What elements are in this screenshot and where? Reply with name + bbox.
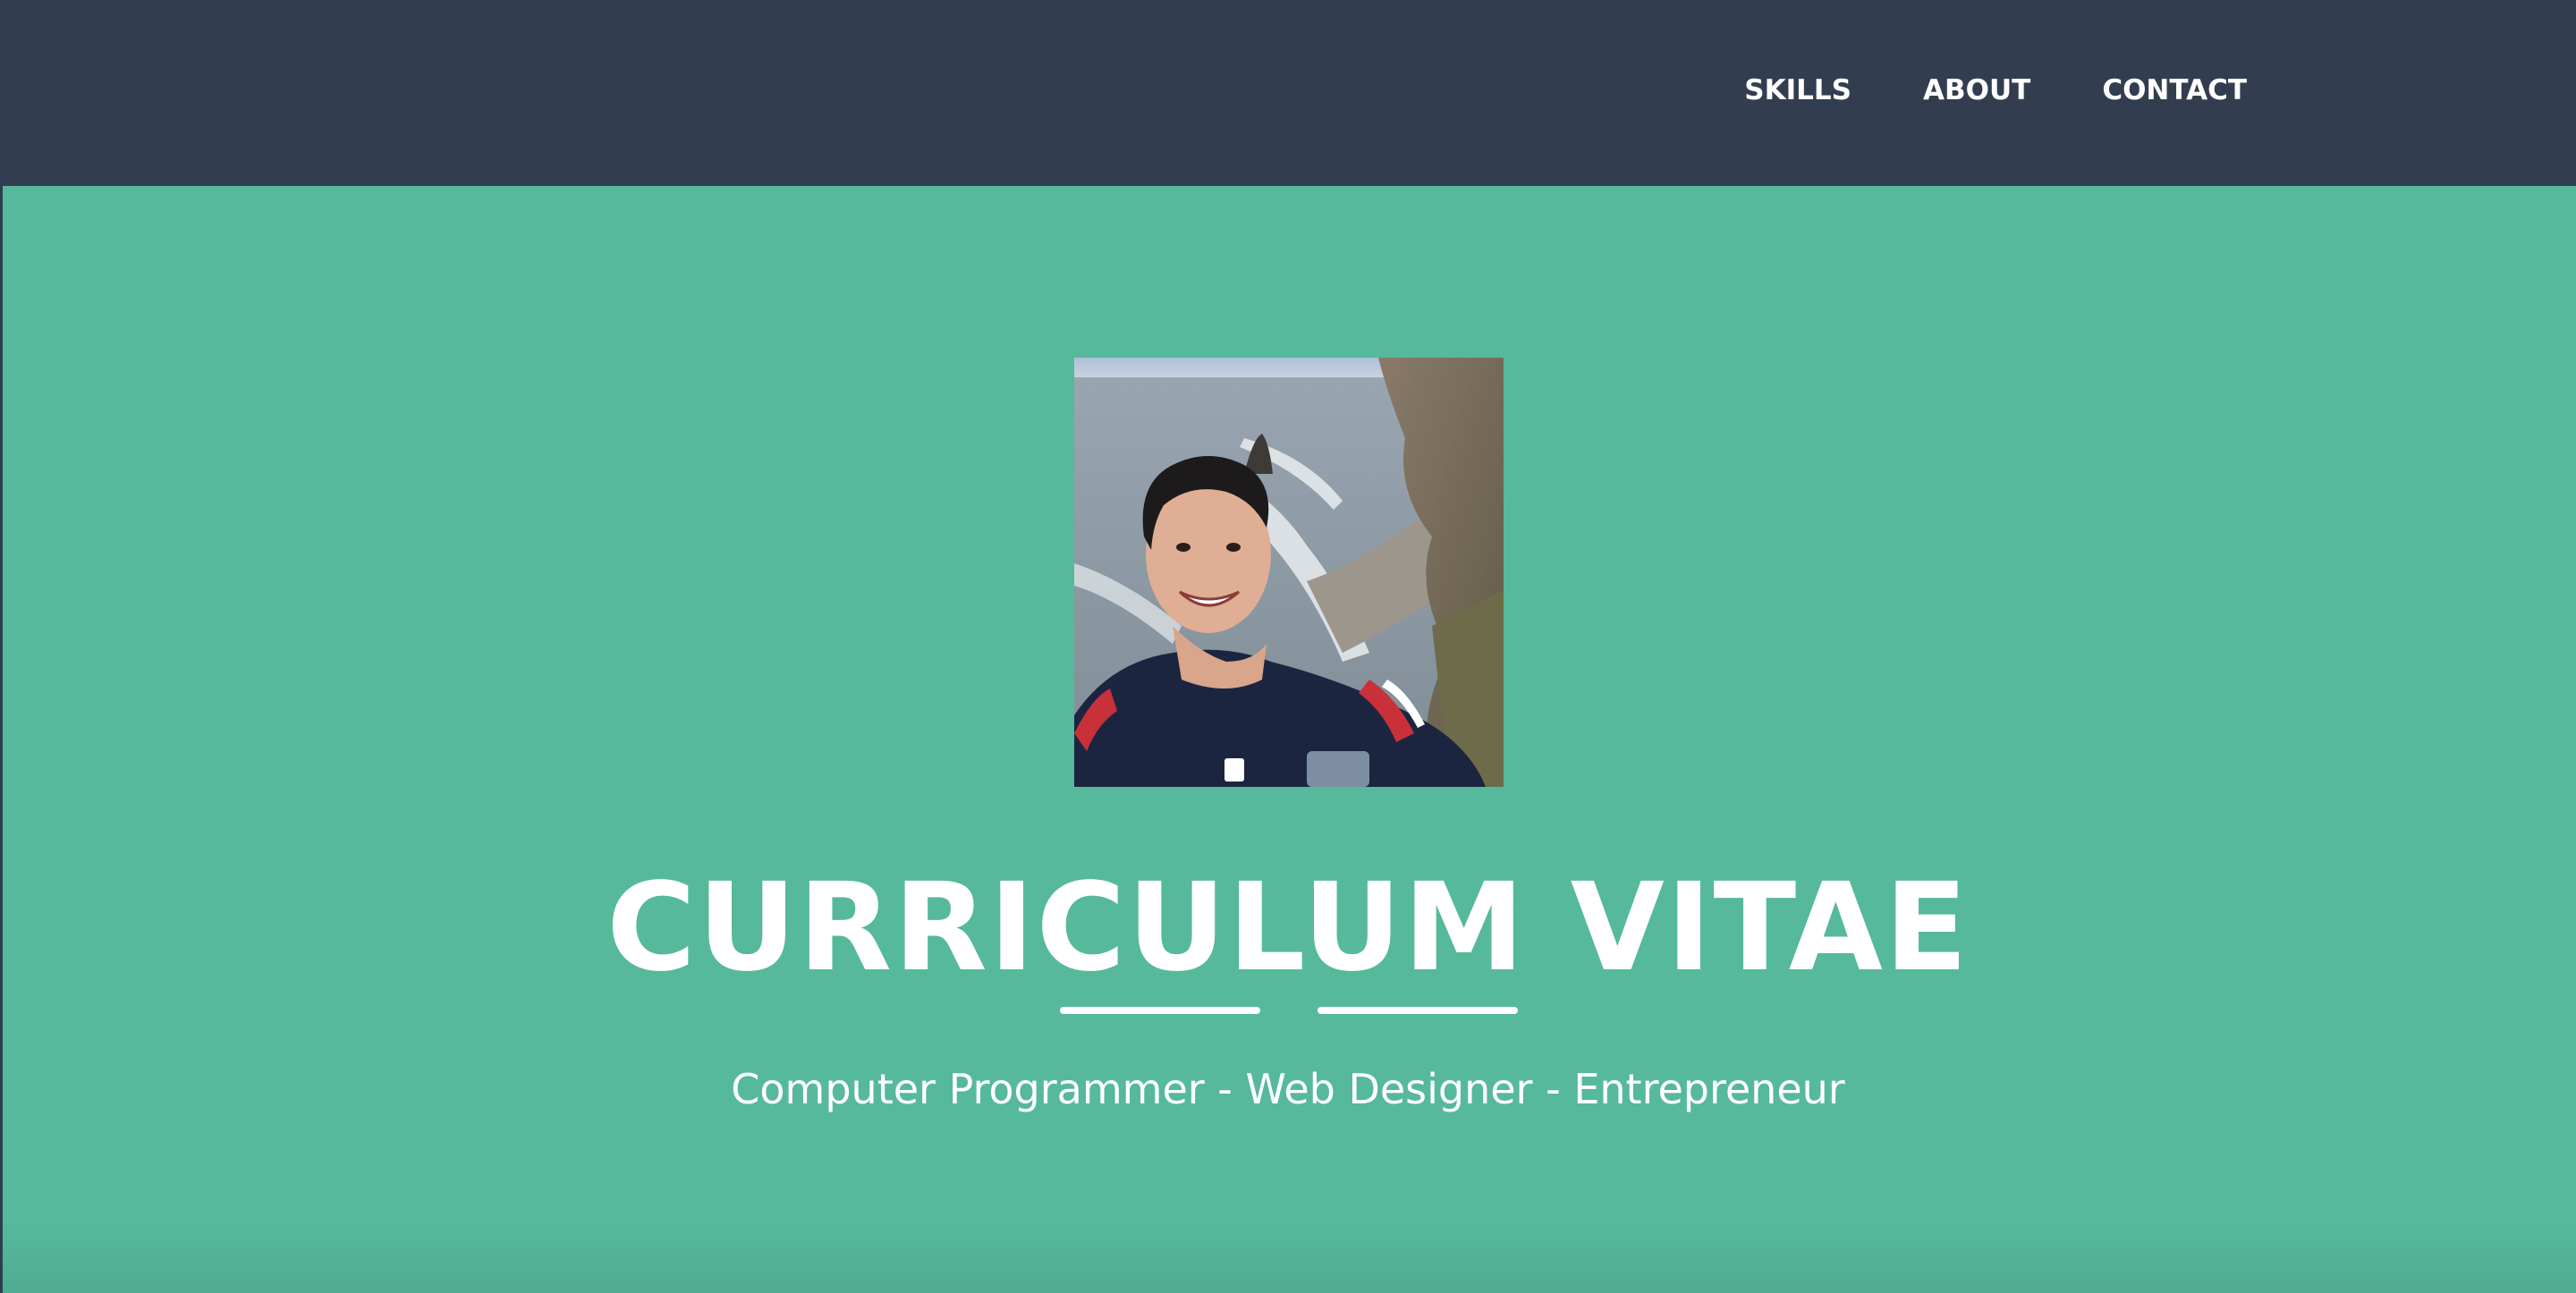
title-divider-right: [1318, 1007, 1518, 1014]
nav-about-link[interactable]: ABOUT: [1923, 68, 2030, 113]
nav-contact-link[interactable]: CONTACT: [2102, 68, 2247, 113]
title-divider-left: [1060, 1007, 1260, 1014]
page-subtitle: Computer Programmer - Web Designer - Ent…: [731, 1065, 1845, 1113]
profile-photo: [1074, 358, 1504, 787]
hero-bottom-shadow: [0, 1221, 2576, 1293]
nav-skills-link[interactable]: SKILLS: [1744, 68, 1852, 113]
profile-photo-illustration: [1074, 358, 1504, 787]
hero-section: CURRICULUM VITAE Computer Programmer - W…: [0, 186, 2576, 1293]
page-edge: [0, 0, 3, 1293]
page-title: CURRICULUM VITAE: [606, 858, 1970, 999]
navbar: SKILLS ABOUT CONTACT: [0, 0, 2576, 186]
nav-links: SKILLS ABOUT CONTACT: [1744, 68, 2247, 113]
